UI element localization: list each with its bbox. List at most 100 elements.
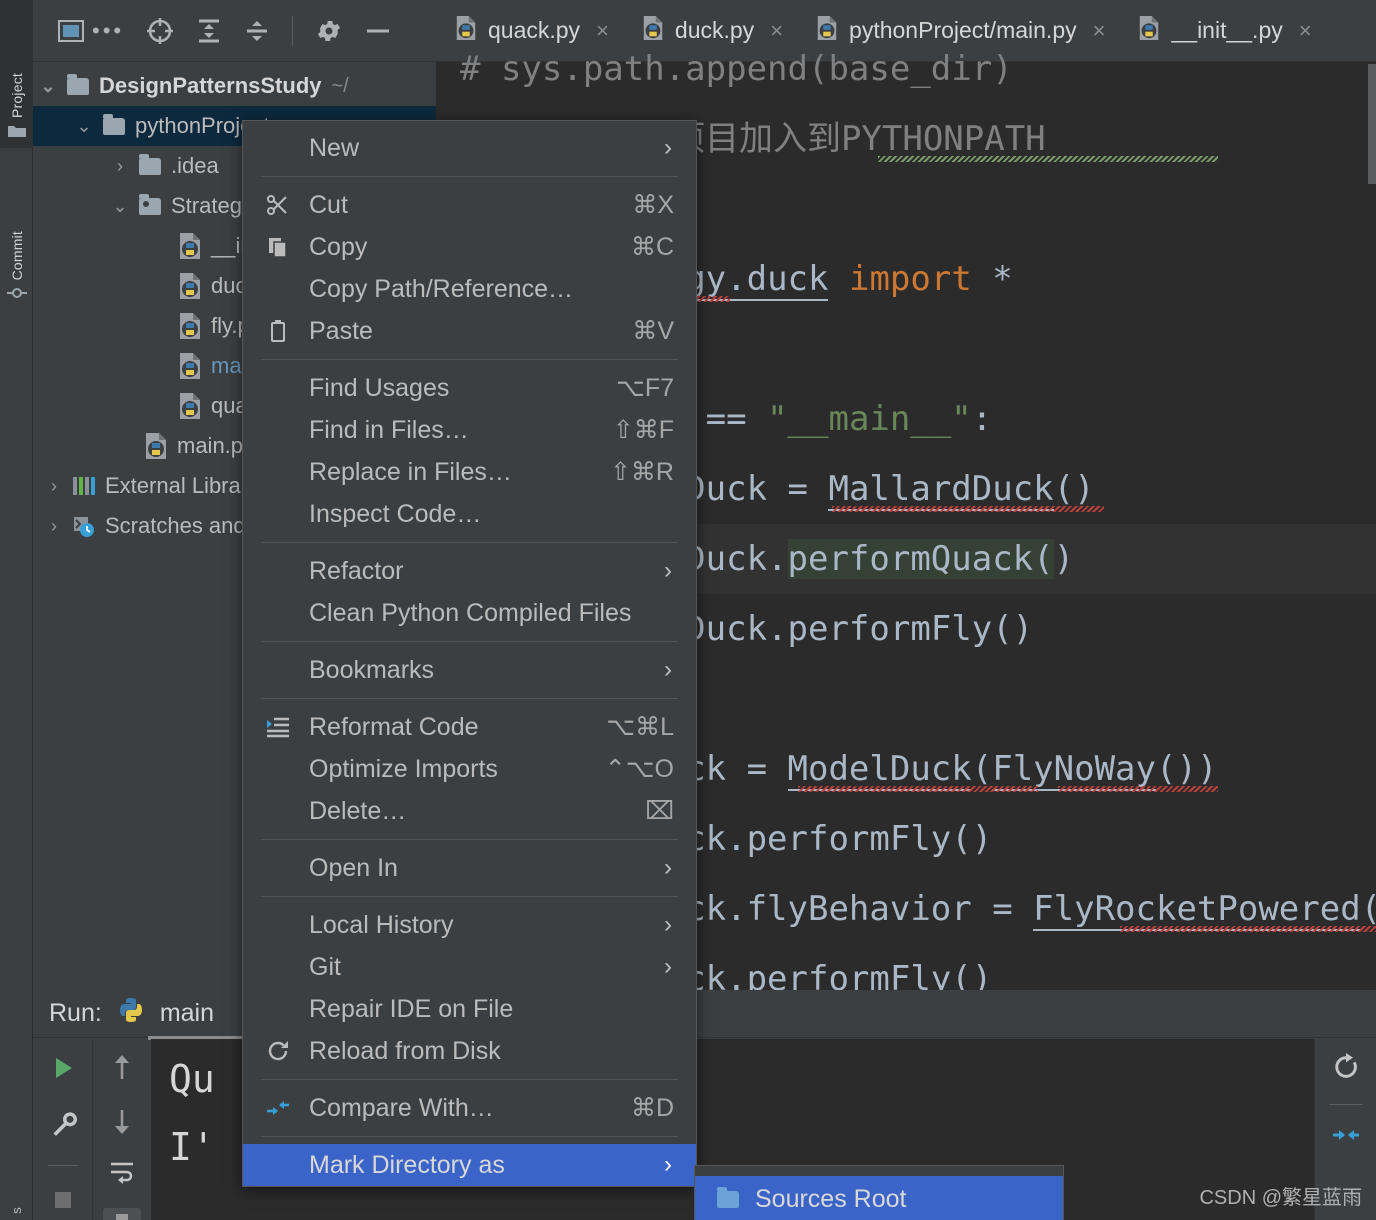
chevron-right-icon: › [664, 134, 672, 161]
arrow-up-icon[interactable] [109, 1053, 135, 1088]
folder-icon [7, 123, 27, 142]
menu-item-shortcut: ⌘X [632, 191, 674, 219]
chevron-down-icon[interactable]: ⌄ [105, 196, 135, 217]
menu-item-optimize-imports[interactable]: Optimize Imports ⌃⌥O [243, 748, 696, 790]
submenu-item-sources-root[interactable]: Sources Root [695, 1176, 1063, 1220]
menu-item-inspect-code[interactable]: Inspect Code… [243, 493, 696, 535]
folder-icon [135, 153, 165, 175]
chevron-right-icon: › [664, 953, 672, 980]
menu-item-copy[interactable]: Copy ⌘C [243, 226, 696, 268]
compare-icon[interactable] [1331, 1123, 1361, 1152]
run-icon[interactable] [48, 1053, 78, 1088]
mark-directory-as-submenu: Sources Root [694, 1165, 1064, 1220]
menu-item-find-usages[interactable]: Find Usages ⌥F7 [243, 367, 696, 409]
menu-item-copy-path-reference[interactable]: Copy Path/Reference… [243, 268, 696, 310]
menu-item-shortcut: ⌧ [645, 797, 674, 825]
code-line-text: # sys.path.append(base_dir) [460, 49, 1013, 89]
menu-item-compare-with[interactable]: Compare With… ⌘D [243, 1087, 696, 1129]
tool-window-rail: Project Commit s [0, 0, 33, 1220]
menu-item-delete[interactable]: Delete… ⌧ [243, 790, 696, 832]
source-folder-icon [135, 193, 165, 215]
collapse-all-icon[interactable] [244, 18, 270, 44]
menu-item-reload-from-disk[interactable]: Reload from Disk [243, 1030, 696, 1072]
menu-item-label: Refactor [309, 556, 404, 585]
folder-icon [63, 73, 93, 95]
rail-item-project-label: Project [8, 73, 25, 118]
stop-icon[interactable] [51, 1188, 75, 1217]
python-file-icon [175, 232, 205, 260]
menu-item-new[interactable]: New › [243, 127, 696, 169]
menu-separator [261, 176, 678, 177]
wrench-icon[interactable] [49, 1110, 77, 1143]
run-config-name[interactable]: main [160, 999, 214, 1028]
menu-item-label: Copy Path/Reference… [309, 274, 574, 303]
menu-item-label: Local History [309, 910, 454, 939]
chevron-down-icon[interactable]: ⌄ [69, 116, 99, 137]
menu-item-label: Inspect Code… [309, 499, 482, 528]
ellipsis-icon[interactable]: ••• [92, 18, 124, 44]
rerun-icon[interactable] [1332, 1053, 1360, 1086]
minimize-icon[interactable] [365, 27, 391, 35]
menu-separator [261, 1136, 678, 1137]
menu-item-repair-ide-on-file[interactable]: Repair IDE on File [243, 988, 696, 1030]
tree-row[interactable]: ⌄ DesignPatternsStudy ~/ [33, 66, 436, 106]
run-actions-left [33, 1039, 93, 1220]
rail-item-commit-label: Commit [8, 230, 25, 280]
menu-item-git[interactable]: Git › [243, 946, 696, 988]
menu-item-reformat-code[interactable]: Reformat Code ⌥⌘L [243, 706, 696, 748]
toolbar-divider [292, 15, 294, 46]
gear-icon[interactable] [315, 17, 343, 45]
chevron-down-icon[interactable]: ⌄ [33, 76, 63, 97]
chevron-right-icon[interactable]: › [105, 156, 135, 177]
soft-wrap-icon[interactable] [108, 1159, 136, 1190]
window-icon[interactable] [58, 19, 84, 42]
error-squiggle [1120, 926, 1376, 932]
menu-item-refactor[interactable]: Refactor › [243, 550, 696, 592]
menu-item-shortcut: ⌘V [632, 317, 674, 345]
menu-item-bookmarks[interactable]: Bookmarks › [243, 649, 696, 691]
menu-item-shortcut: ⌘C [630, 233, 674, 261]
tree-item-label: Strategy [171, 193, 253, 218]
reformat-icon [265, 716, 291, 738]
compare-icon [265, 1097, 291, 1119]
menu-item-label: Reload from Disk [309, 1036, 501, 1065]
rail-item-bottom[interactable]: s [0, 1160, 33, 1220]
menu-item-mark-directory-as[interactable]: Mark Directory as › [243, 1144, 696, 1186]
menu-item-find-in-files[interactable]: Find in Files… ⇧⌘F [243, 409, 696, 451]
menu-separator [261, 1079, 678, 1080]
python-icon [118, 997, 144, 1030]
chevron-right-icon: › [664, 1151, 672, 1178]
locate-icon[interactable] [146, 17, 174, 45]
error-squiggle [1058, 786, 1218, 792]
menu-item-replace-in-files[interactable]: Replace in Files… ⇧⌘R [243, 451, 696, 493]
menu-item-label: Repair IDE on File [309, 994, 514, 1023]
menu-item-shortcut: ⌥⌘L [606, 713, 674, 741]
python-file-icon [141, 432, 171, 460]
context-menu: New › Cut ⌘X Copy ⌘C Copy Path/Reference… [242, 120, 697, 1187]
python-file-icon [175, 352, 205, 380]
tree-item-label: DesignPatternsStudy [99, 73, 322, 98]
menu-item-paste[interactable]: Paste ⌘V [243, 310, 696, 352]
chevron-right-icon: › [664, 854, 672, 881]
rail-item-commit[interactable]: Commit [0, 160, 33, 310]
menu-item-label: Open In [309, 853, 398, 882]
menu-item-shortcut: ⇧⌘R [609, 458, 674, 486]
tree-item-path-suffix: ~/ [331, 74, 349, 97]
libraries-icon [69, 474, 99, 498]
menu-item-clean-python-compiled-files[interactable]: Clean Python Compiled Files [243, 592, 696, 634]
menu-item-open-in[interactable]: Open In › [243, 847, 696, 889]
folder-icon [99, 113, 129, 135]
menu-item-cut[interactable]: Cut ⌘X [243, 184, 696, 226]
arrow-down-icon[interactable] [109, 1106, 135, 1141]
expand-all-icon[interactable] [196, 18, 222, 44]
chevron-right-icon[interactable]: › [39, 476, 69, 497]
menu-item-label: Mark Directory as [309, 1150, 505, 1179]
watermark: CSDN @繁星蓝雨 [1199, 1187, 1362, 1209]
clipboard-icon [265, 319, 291, 343]
print-icon[interactable] [103, 1208, 141, 1220]
rail-item-project[interactable]: Project [0, 0, 33, 148]
editor-scrollbar[interactable] [1368, 64, 1376, 184]
chevron-right-icon[interactable]: › [39, 516, 69, 537]
commit-icon [6, 285, 27, 304]
menu-item-local-history[interactable]: Local History › [243, 904, 696, 946]
